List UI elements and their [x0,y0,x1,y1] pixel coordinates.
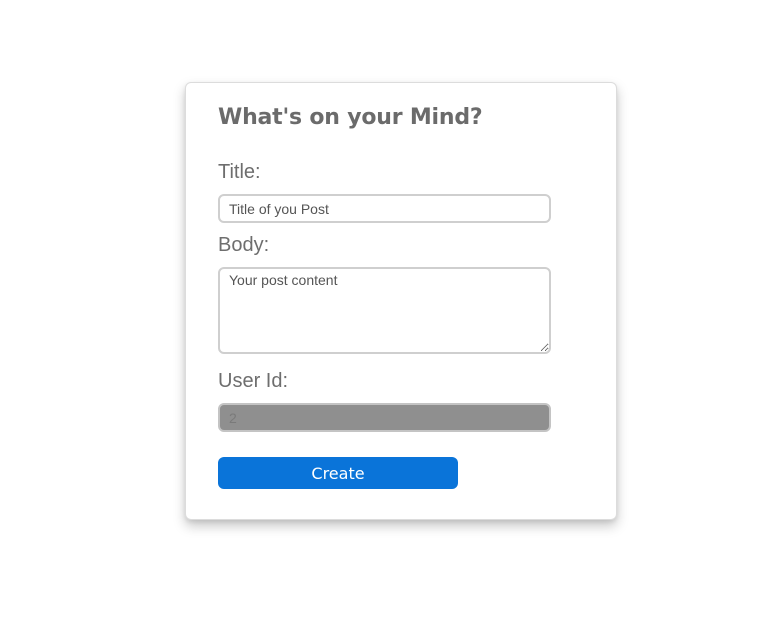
create-button[interactable]: Create [218,457,458,489]
title-label: Title: [218,161,261,183]
form-heading: What's on your Mind? [218,105,483,130]
title-input[interactable] [218,194,551,223]
userid-label: User Id: [218,370,289,392]
body-label: Body: [218,234,270,256]
userid-input [218,403,551,432]
body-textarea[interactable] [218,267,551,354]
create-post-card: What's on your Mind? Title: Body: User I… [185,82,617,520]
